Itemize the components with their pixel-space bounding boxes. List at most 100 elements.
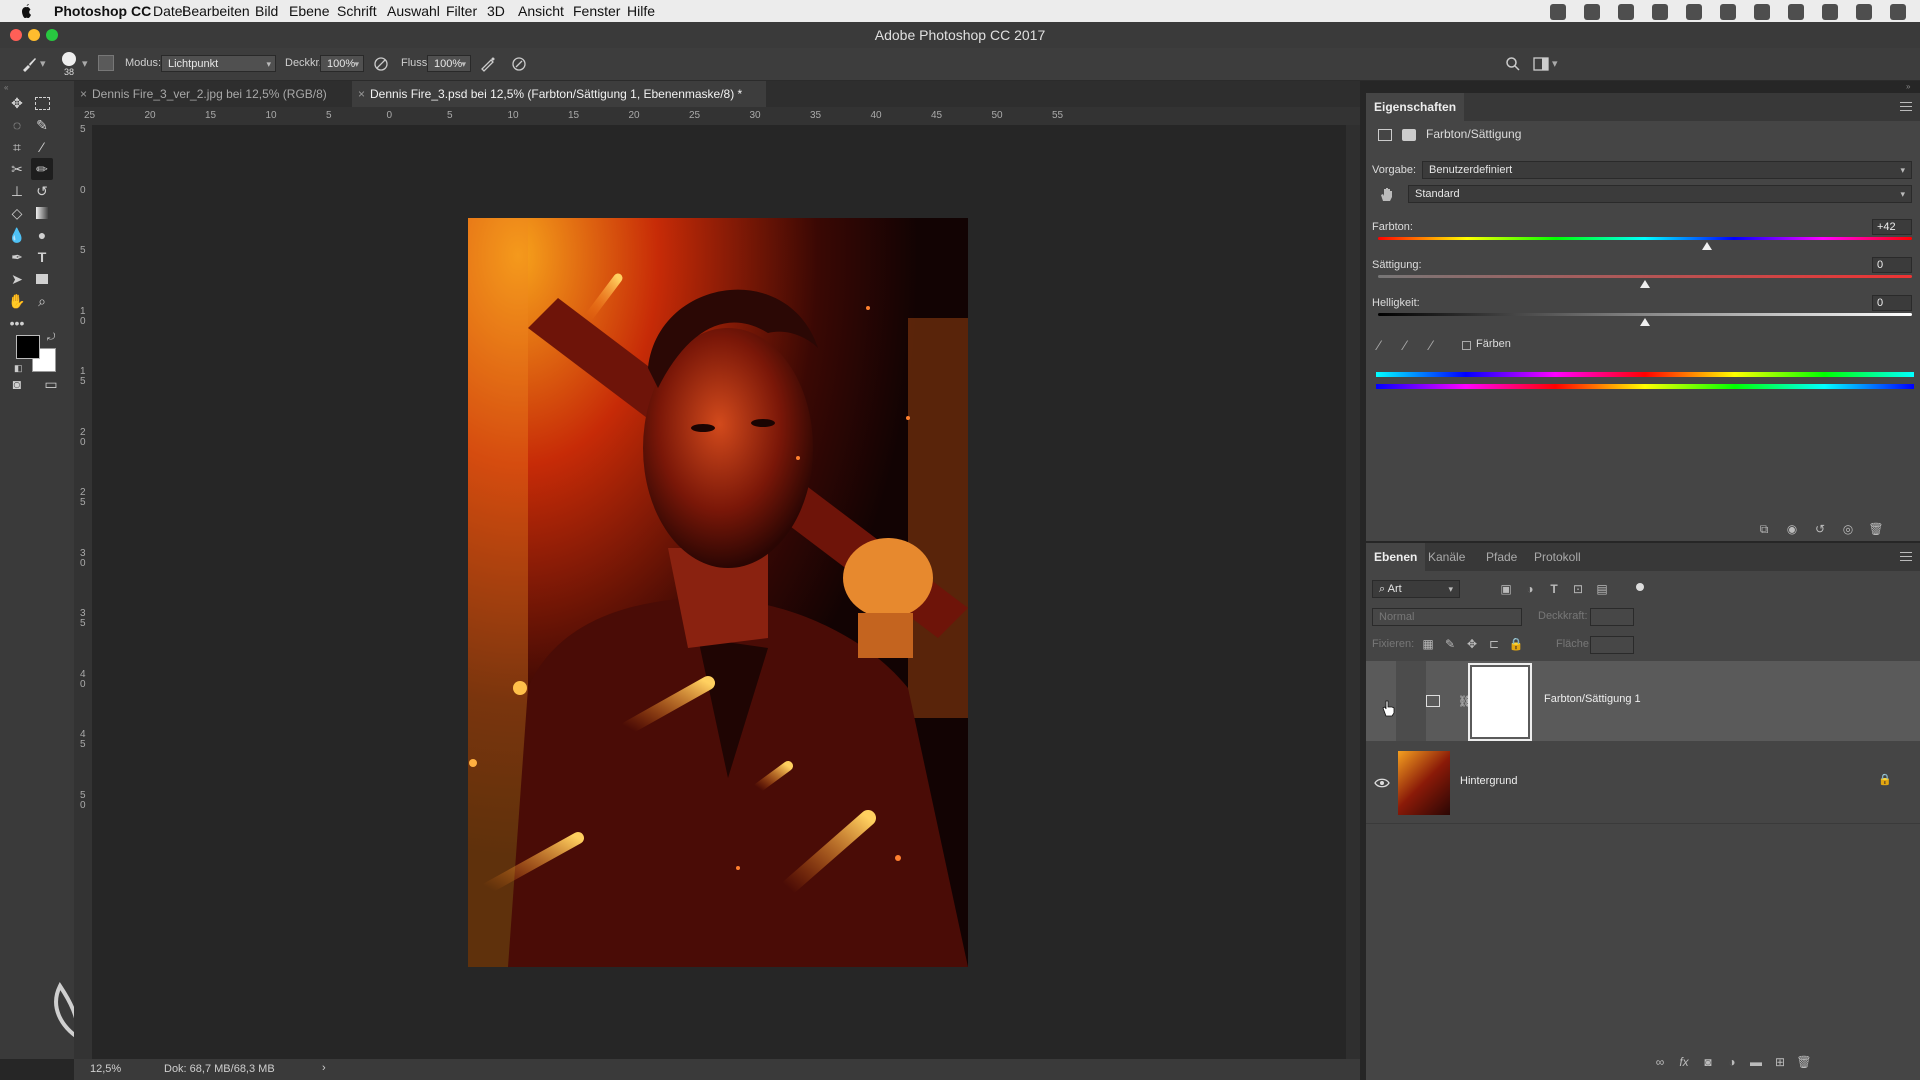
menu-item-bearbeiten[interactable]: Bearbeiten: [182, 3, 250, 19]
menu-item-datei[interactable]: Datei: [153, 3, 186, 19]
link-layers-icon[interactable]: ∞: [1652, 1054, 1668, 1070]
visibility-icon[interactable]: ◎: [1840, 521, 1856, 537]
vertical-scrollbar[interactable]: [1346, 125, 1360, 1059]
filter-adjustment-icon[interactable]: ◑: [1522, 581, 1538, 597]
path-selection-tool-icon[interactable]: ➤: [6, 268, 28, 290]
crop-tool-icon[interactable]: ⌗: [6, 136, 28, 158]
brush-preview-icon[interactable]: [62, 52, 76, 66]
menu-item-3d[interactable]: 3D: [487, 3, 505, 19]
menu-item-auswahl[interactable]: Auswahl: [387, 3, 440, 19]
flow-field[interactable]: 100% ▾: [427, 55, 471, 72]
record-icon[interactable]: [1550, 4, 1566, 20]
pressure-size-icon[interactable]: [510, 55, 528, 73]
layer-row-background[interactable]: Hintergrund 🔒: [1366, 743, 1920, 824]
panel-menu-icon[interactable]: [1900, 102, 1912, 114]
lightness-slider-thumb[interactable]: [1640, 318, 1650, 326]
swap-colors-icon[interactable]: ⤾: [47, 332, 55, 343]
saturation-value-field[interactable]: 0: [1872, 257, 1912, 273]
siri-icon[interactable]: [1856, 4, 1872, 20]
status-menu-arrow[interactable]: ›: [322, 1062, 326, 1074]
menu-item-filter[interactable]: Filter: [446, 3, 477, 19]
lock-transparency-icon[interactable]: ▦: [1420, 636, 1436, 652]
wifi-icon[interactable]: [1754, 4, 1770, 20]
lightness-slider-track[interactable]: [1378, 313, 1912, 316]
clip-to-layer-icon[interactable]: ⧉: [1756, 521, 1772, 537]
layer-row-hue-saturation[interactable]: ⛓ Farbton/Sättigung 1: [1366, 661, 1920, 741]
document-image[interactable]: [468, 218, 968, 967]
pen-tool-icon[interactable]: ✒: [6, 246, 28, 268]
mode-dropdown[interactable]: Lichtpunkt ▾: [161, 55, 276, 72]
filter-type-icon[interactable]: T: [1546, 581, 1562, 597]
marquee-tool-icon[interactable]: [31, 92, 53, 114]
filter-toggle-icon[interactable]: [1636, 583, 1644, 591]
lock-pixels-icon[interactable]: ✎: [1442, 636, 1458, 652]
dodge-tool-icon[interactable]: ●: [31, 224, 53, 246]
delete-adjustment-icon[interactable]: 🗑: [1868, 521, 1884, 537]
layer-style-fx-icon[interactable]: fx: [1676, 1054, 1692, 1070]
quick-mask-icon[interactable]: ◙: [6, 373, 28, 395]
targeted-adjustment-hand-icon[interactable]: [1378, 186, 1396, 202]
close-tab-icon[interactable]: ×: [80, 81, 87, 107]
notification-center-icon[interactable]: [1890, 4, 1906, 20]
healing-brush-tool-icon[interactable]: ✂: [6, 158, 28, 180]
saturation-slider-thumb[interactable]: [1640, 280, 1650, 288]
layer-mask-thumbnail[interactable]: [1468, 663, 1532, 741]
panel-menu-icon[interactable]: [1900, 552, 1912, 564]
filter-shape-icon[interactable]: ⊡: [1570, 581, 1586, 597]
eyedropper-icon[interactable]: ⁄: [1378, 337, 1380, 353]
search-icon[interactable]: [1504, 55, 1522, 73]
menu-item-fenster[interactable]: Fenster: [573, 3, 620, 19]
reset-icon[interactable]: ↺: [1812, 521, 1828, 537]
bluetooth-icon[interactable]: [1720, 4, 1736, 20]
tab-properties[interactable]: Eigenschaften: [1366, 93, 1465, 121]
opacity-field[interactable]: 100% ▾: [320, 55, 364, 72]
quick-selection-tool-icon[interactable]: ✎: [31, 114, 53, 136]
mask-icon[interactable]: [1402, 129, 1416, 141]
zoom-tool-icon[interactable]: ⌕: [31, 290, 53, 312]
hue-slider-track[interactable]: [1378, 237, 1912, 240]
lock-all-icon[interactable]: 🔒: [1508, 636, 1524, 652]
close-tab-icon[interactable]: ×: [358, 81, 365, 107]
more-tools-icon[interactable]: •••: [6, 312, 28, 334]
airbrush-icon[interactable]: [479, 55, 497, 73]
eyedropper-plus-icon[interactable]: ⁄: [1404, 337, 1406, 353]
menu-item-bild[interactable]: Bild: [255, 3, 278, 19]
brush-tool-icon[interactable]: ✏: [31, 158, 53, 180]
eyedropper-tool-icon[interactable]: ⁄: [31, 136, 53, 158]
channel-dropdown[interactable]: Standard ▾: [1408, 185, 1912, 203]
menu-item-ebene[interactable]: Ebene: [289, 3, 329, 19]
new-adjustment-layer-icon[interactable]: ◑: [1724, 1054, 1740, 1070]
apple-icon[interactable]: [18, 2, 34, 20]
layer-fill-field[interactable]: [1590, 636, 1634, 654]
gradient-tool-icon[interactable]: [31, 202, 53, 224]
pressure-opacity-icon[interactable]: [372, 55, 390, 73]
foreground-color-swatch[interactable]: [16, 335, 40, 359]
view-previous-icon[interactable]: ◉: [1784, 521, 1800, 537]
history-brush-tool-icon[interactable]: ↺: [31, 180, 53, 202]
tab-dennis-fire-ver2[interactable]: × Dennis Fire_3_ver_2.jpg bei 12,5% (RGB/…: [74, 81, 350, 107]
lock-position-icon[interactable]: ✥: [1464, 636, 1480, 652]
blend-mode-dropdown[interactable]: Normal: [1372, 608, 1522, 626]
tab-history[interactable]: Protokoll: [1526, 543, 1589, 571]
add-mask-icon[interactable]: ◙: [1700, 1054, 1716, 1070]
mask-link-icon[interactable]: ⛓: [1458, 695, 1472, 708]
eraser-tool-icon[interactable]: ◇: [6, 202, 28, 224]
sync-icon[interactable]: [1652, 4, 1668, 20]
collapse-dock-icon[interactable]: »: [1906, 82, 1910, 91]
tool-preset-chevron-icon[interactable]: ▾: [40, 57, 46, 70]
hue-saturation-adjustment-icon[interactable]: [1378, 129, 1392, 141]
lock-icon[interactable]: 🔒: [1878, 773, 1892, 786]
rectangle-tool-icon[interactable]: [31, 268, 53, 290]
eye-icon[interactable]: [1374, 777, 1390, 789]
layer-name[interactable]: Farbton/Sättigung 1: [1544, 693, 1641, 705]
saturation-slider-track[interactable]: [1378, 275, 1912, 278]
airplay-icon[interactable]: [1788, 4, 1804, 20]
layer-filter-dropdown[interactable]: ⌕ Art ▾: [1372, 580, 1460, 598]
move-tool-icon[interactable]: ✥: [6, 92, 28, 114]
blur-tool-icon[interactable]: 💧: [6, 224, 28, 246]
lasso-tool-icon[interactable]: ◌: [6, 114, 28, 136]
preset-dropdown[interactable]: Benutzerdefiniert ▾: [1422, 161, 1912, 179]
workspace-chevron-icon[interactable]: ▾: [1552, 57, 1558, 70]
layer-opacity-field[interactable]: [1590, 608, 1634, 626]
hand-tool-icon[interactable]: ✋: [6, 290, 28, 312]
